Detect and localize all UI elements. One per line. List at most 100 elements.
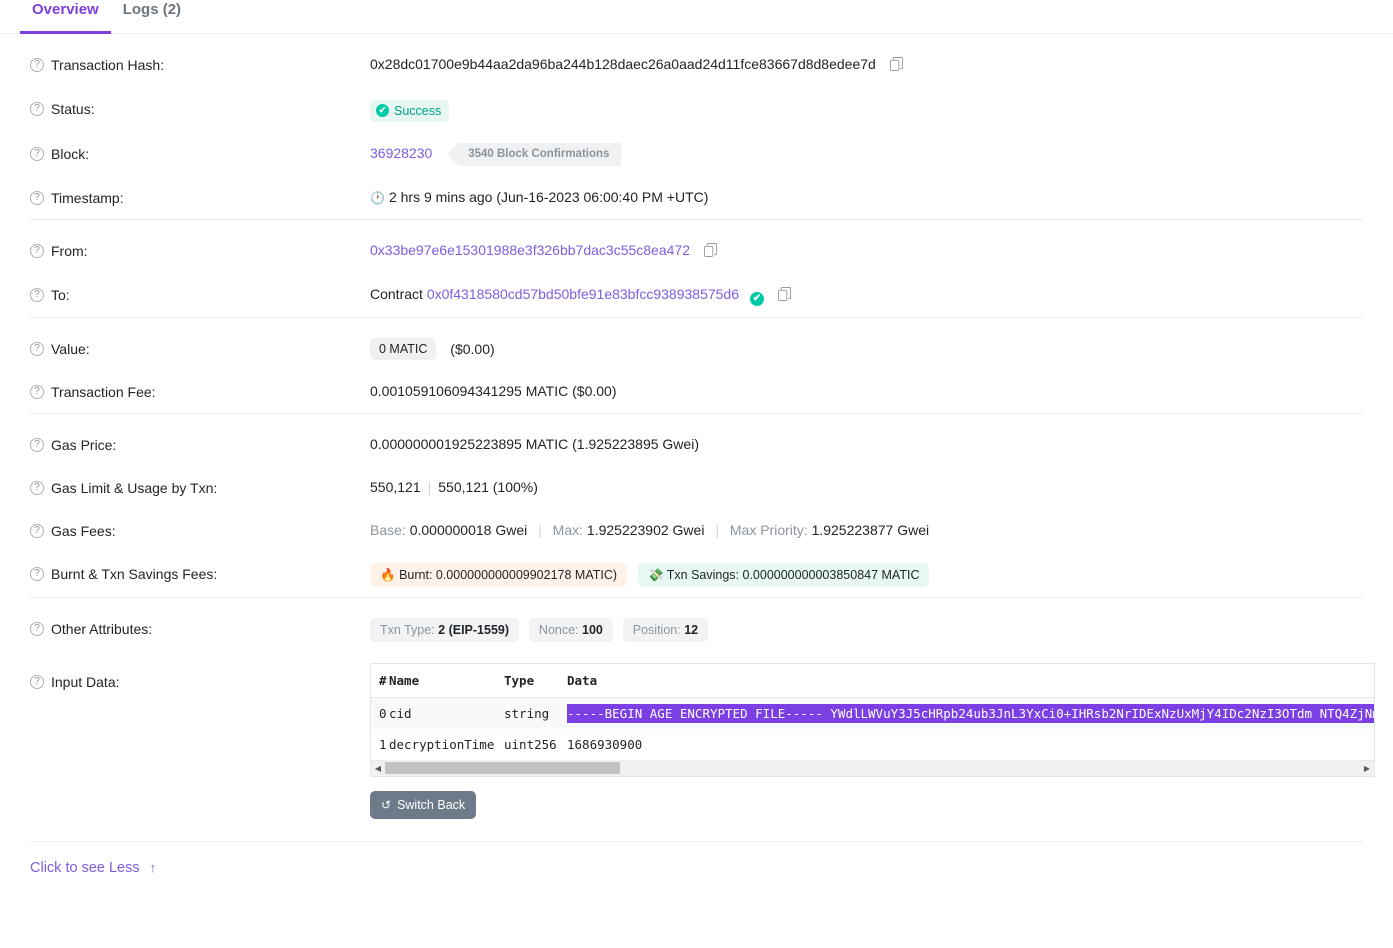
label-text: From: xyxy=(51,242,88,259)
label-text: Status: xyxy=(51,101,95,117)
cell-name: decryptionTime xyxy=(389,736,495,752)
col-header-name: Name xyxy=(389,663,504,698)
fire-icon: 🔥 xyxy=(380,567,396,582)
status-text: Success xyxy=(394,103,442,118)
help-icon[interactable]: ? xyxy=(30,437,44,452)
see-less-label: Click to see Less xyxy=(30,859,140,876)
label-gas-price: ? Gas Price: xyxy=(30,434,370,456)
value-transaction-hash: 0x28dc01700e9b44aa2da96ba244b128daec26a0… xyxy=(370,54,1363,77)
help-icon[interactable]: ? xyxy=(30,621,44,636)
value-status: ✔ Success xyxy=(370,98,1363,122)
help-icon[interactable]: ? xyxy=(30,341,44,356)
block-number-link[interactable]: 36928230 xyxy=(370,145,432,161)
undo-icon: ↺ xyxy=(381,797,392,812)
value-transaction-fee: 0.001059106094341295 MATIC ($0.00) xyxy=(370,382,617,399)
copy-icon[interactable] xyxy=(703,242,717,263)
switch-back-label: Switch Back xyxy=(397,797,466,812)
input-data-scroll-region[interactable]: # Name Type Data 0 cid string -----BEGIN… xyxy=(371,663,1374,760)
gas-limit-text: 550,121 xyxy=(370,478,421,495)
row-burnt-savings: ? Burnt & Txn Savings Fees: 🔥 Burnt: 0.0… xyxy=(30,552,1363,597)
row-gas-limit: ? Gas Limit & Usage by Txn: 550,121 | 550,… xyxy=(30,466,1363,509)
label-transaction-fee: ? Transaction Fee: xyxy=(30,381,370,403)
cell-name: cid xyxy=(389,697,504,729)
value-pill: 0 MATIC xyxy=(370,337,437,360)
row-gas-price: ? Gas Price: 0.000000001925223895 MATIC … xyxy=(30,414,1363,466)
value-amount: 0 MATIC ($0.00) xyxy=(370,337,1363,360)
row-transaction-fee: ? Transaction Fee: 0.001059106094341295 … xyxy=(30,370,1363,413)
check-circle-icon: ✔ xyxy=(376,104,389,117)
help-icon[interactable]: ? xyxy=(30,190,44,205)
help-icon[interactable]: ? xyxy=(30,566,44,581)
gas-fee-maxpriority-value: 1.925223877 Gwei xyxy=(811,521,930,538)
divider xyxy=(30,840,1363,842)
label-other-attributes: ? Other Attributes: xyxy=(30,618,370,640)
contract-prefix-text: Contract xyxy=(370,285,423,302)
gas-fee-base-label: Base: xyxy=(370,521,406,538)
separator: | xyxy=(538,521,542,538)
to-contract-address-link[interactable]: 0x0f4318580cd57bd50bfe91e83bfcc938938575… xyxy=(427,286,739,302)
burnt-fee-text: Burnt: 0.000000000009902178 MATIC) xyxy=(399,567,618,582)
label-from: ? From: xyxy=(30,240,370,262)
attr-txn-type: Txn Type: 2 (EIP-1559) xyxy=(370,617,520,642)
label-gas-limit: ? Gas Limit & Usage by Txn: xyxy=(30,477,370,499)
row-gas-fees: ? Gas Fees: Base: 0.000000018 Gwei | Max… xyxy=(30,509,1363,552)
attr-key: Position: xyxy=(632,622,681,637)
gas-fee-base-value: 0.000000018 Gwei xyxy=(409,521,528,538)
tab-overview[interactable]: Overview xyxy=(20,0,111,34)
copy-icon[interactable] xyxy=(777,286,791,307)
value-burnt-savings: 🔥 Burnt: 0.000000000009902178 MATIC) 💸 T… xyxy=(370,562,1363,587)
attr-position: Position: 12 xyxy=(622,617,709,642)
row-transaction-hash: ? Transaction Hash: 0x28dc01700e9b44aa2d… xyxy=(30,34,1363,87)
help-icon[interactable]: ? xyxy=(30,102,44,116)
attr-nonce: Nonce: 100 xyxy=(528,617,613,642)
switch-back-button[interactable]: ↺ Switch Back xyxy=(370,790,477,819)
gas-fee-max-label: Max: xyxy=(552,521,584,538)
label-text: Transaction Fee: xyxy=(51,383,156,400)
help-icon[interactable]: ? xyxy=(30,674,44,689)
label-text: Block: xyxy=(51,145,90,162)
transaction-hash-text: 0x28dc01700e9b44aa2da96ba244b128daec26a0… xyxy=(370,56,876,72)
help-icon[interactable]: ? xyxy=(30,58,44,72)
value-other-attributes: Txn Type: 2 (EIP-1559) Nonce: 100 Positi… xyxy=(370,617,1363,642)
verified-contract-icon: ✔ xyxy=(749,291,764,306)
gas-fee-max-value: 1.925223902 Gwei xyxy=(586,521,705,538)
help-icon[interactable]: ? xyxy=(30,287,44,302)
value-timestamp: 🕐 2 hrs 9 mins ago (Jun-16-2023 06:00:40 … xyxy=(370,187,1363,209)
label-input-data: ? Input Data: xyxy=(30,663,370,693)
label-burnt-savings: ? Burnt & Txn Savings Fees: xyxy=(30,563,370,585)
label-status: ? Status: xyxy=(30,98,370,120)
label-text: Other Attributes: xyxy=(51,620,153,637)
help-icon[interactable]: ? xyxy=(30,146,44,161)
money-icon: 💸 xyxy=(647,567,664,582)
label-text: Gas Fees: xyxy=(51,522,116,539)
value-from: 0x33be97e6e15301988e3f326bb7dac3c55c8ea4… xyxy=(370,240,1363,263)
table-row: 0 cid string -----BEGIN AGE ENCRYPTED FI… xyxy=(371,697,1374,729)
scrollbar-track[interactable] xyxy=(385,760,1360,776)
horizontal-scrollbar[interactable]: ◀ ▶ xyxy=(371,758,1374,776)
row-block: ? Block: 36928230 3540 Block Confirmatio… xyxy=(30,132,1363,176)
scrollbar-thumb[interactable] xyxy=(385,762,620,774)
col-header-data: Data xyxy=(567,663,1374,698)
help-icon[interactable]: ? xyxy=(30,384,44,399)
label-value: ? Value: xyxy=(30,338,370,360)
help-icon[interactable]: ? xyxy=(30,523,44,538)
input-data-table: # Name Type Data 0 cid string -----BEGIN… xyxy=(371,663,1374,760)
cell-data: 1686930900 xyxy=(567,736,643,752)
separator: | xyxy=(715,521,719,538)
scroll-right-arrow-icon[interactable]: ▶ xyxy=(1360,758,1374,776)
label-text: Timestamp: xyxy=(51,189,124,206)
from-address-link[interactable]: 0x33be97e6e15301988e3f326bb7dac3c55c8ea4… xyxy=(370,242,690,258)
cell-type: string xyxy=(504,697,567,729)
label-text: Input Data: xyxy=(51,673,120,690)
see-less-toggle[interactable]: Click to see Less ↑ xyxy=(0,842,186,876)
copy-icon[interactable] xyxy=(889,56,903,77)
gas-fee-maxpriority-label: Max Priority: xyxy=(729,521,808,538)
scroll-left-arrow-icon[interactable]: ◀ xyxy=(371,758,385,776)
help-icon[interactable]: ? xyxy=(30,243,44,258)
value-gas-price: 0.000000001925223895 MATIC (1.925223895 … xyxy=(370,435,699,452)
up-arrow-icon: ↑ xyxy=(149,860,157,875)
selected-data-text: -----BEGIN AGE ENCRYPTED FILE----- YWdlL… xyxy=(567,703,1374,723)
tab-logs[interactable]: Logs (2) xyxy=(111,0,193,31)
help-icon[interactable]: ? xyxy=(30,480,44,495)
row-status: ? Status: ✔ Success xyxy=(30,87,1363,132)
